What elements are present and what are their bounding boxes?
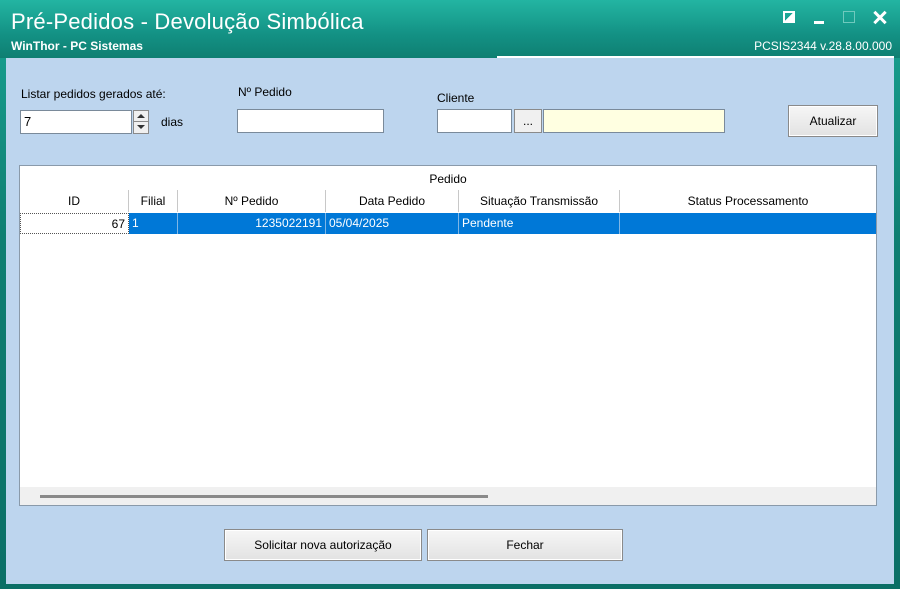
- col-header-status[interactable]: Status Processamento: [620, 190, 876, 212]
- pedido-input[interactable]: [237, 109, 384, 133]
- close-icon[interactable]: [870, 7, 890, 27]
- minimize-icon[interactable]: [810, 7, 830, 27]
- cliente-label: Cliente: [437, 91, 475, 105]
- cliente-name-field: [543, 109, 725, 133]
- col-header-pedido[interactable]: Nº Pedido: [178, 190, 326, 212]
- cell-situacao[interactable]: Pendente: [459, 213, 620, 234]
- app-window: Pré-Pedidos - Devolução Simbólica WinTho…: [0, 0, 900, 589]
- cell-data[interactable]: 05/04/2025: [326, 213, 459, 234]
- col-header-id[interactable]: ID: [20, 190, 129, 212]
- solicitar-autorizacao-button[interactable]: Solicitar nova autorização: [224, 529, 422, 561]
- atualizar-button[interactable]: Atualizar: [788, 105, 878, 137]
- dias-label: Listar pedidos gerados até:: [21, 87, 166, 101]
- version-label: PCSIS2344 v.28.8.00.000: [754, 39, 892, 53]
- resize-icon[interactable]: [780, 7, 800, 27]
- window-title: Pré-Pedidos - Devolução Simbólica: [11, 9, 364, 34]
- horizontal-scrollbar[interactable]: [20, 487, 876, 505]
- col-header-filial[interactable]: Filial: [129, 190, 178, 212]
- grid-band-header: Pedido: [429, 172, 467, 186]
- scrollbar-thumb[interactable]: [40, 495, 488, 498]
- dias-input[interactable]: 7: [20, 110, 132, 134]
- dias-unit-label: dias: [161, 115, 184, 129]
- pedido-label: Nº Pedido: [238, 85, 292, 99]
- window-controls: [780, 6, 890, 28]
- fechar-button[interactable]: Fechar: [427, 529, 623, 561]
- cliente-lookup-button[interactable]: ...: [514, 109, 542, 133]
- col-header-data[interactable]: Data Pedido: [326, 190, 459, 212]
- title-bar[interactable]: Pré-Pedidos - Devolução Simbólica WinTho…: [0, 0, 900, 58]
- cell-filial[interactable]: 1: [129, 213, 178, 234]
- grid-column-headers: ID Filial Nº Pedido Data Pedido Situação…: [20, 190, 876, 212]
- dias-spinner[interactable]: [133, 110, 149, 134]
- cell-pedido[interactable]: 1235022191: [178, 213, 326, 234]
- cell-id[interactable]: 67: [20, 213, 129, 234]
- cell-status[interactable]: [620, 213, 876, 234]
- spin-up-icon[interactable]: [134, 111, 148, 122]
- col-header-situacao[interactable]: Situação Transmissão: [459, 190, 620, 212]
- spin-down-icon[interactable]: [134, 122, 148, 133]
- window-subtitle: WinThor - PC Sistemas: [11, 39, 143, 53]
- pedidos-grid[interactable]: Pedido ID Filial Nº Pedido Data Pedido S…: [19, 165, 877, 506]
- maximize-icon[interactable]: [840, 7, 860, 27]
- table-row[interactable]: 67 1 1235022191 05/04/2025 Pendente: [20, 213, 876, 234]
- cliente-code-input[interactable]: [437, 109, 512, 133]
